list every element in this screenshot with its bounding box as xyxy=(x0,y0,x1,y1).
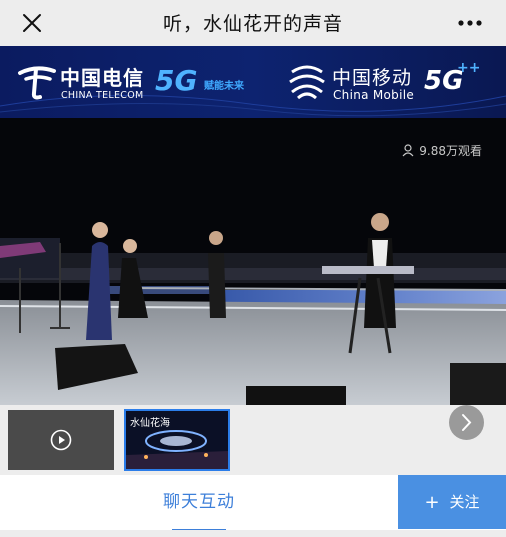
chevron-right-icon xyxy=(462,414,472,431)
china-telecom-logo-icon xyxy=(18,66,56,100)
telecom-5g-badge: 5G xyxy=(155,64,198,97)
plus-icon: + xyxy=(424,492,440,513)
china-mobile-name: 中国移动 xyxy=(332,67,413,89)
page-title: 听，水仙花开的声音 xyxy=(162,13,343,35)
china-mobile-logo-icon xyxy=(289,65,325,100)
more-icon[interactable] xyxy=(456,12,484,34)
top-bar: 听，水仙花开的声音 xyxy=(0,0,506,46)
sponsor-banner: 中国电信 CHINA TELECOM 5G 赋能未来 中国移动 China Mo… xyxy=(0,46,506,118)
play-icon xyxy=(50,429,72,451)
telecom-slogan: 赋能未来 xyxy=(204,81,244,92)
thumbnail-video-1[interactable] xyxy=(8,410,114,470)
next-button[interactable] xyxy=(449,405,484,440)
bottom-bar: 聊天互动 + 关注 xyxy=(0,475,506,537)
viewer-count-text: 9.88万观看 xyxy=(419,144,482,158)
tab-chat-interaction[interactable]: 聊天互动 xyxy=(0,475,398,531)
thumbnail-video-2[interactable]: 水仙花海 xyxy=(124,409,230,471)
follow-button[interactable]: + 关注 xyxy=(398,475,506,529)
video-thumbnail-strip: 水仙花海 xyxy=(0,405,506,475)
bottom-divider xyxy=(0,530,506,537)
mobile-5g-plus: ++ xyxy=(457,60,481,76)
thumbnail-label: 水仙花海 xyxy=(130,418,170,429)
live-video-player[interactable]: 9.88万观看 xyxy=(0,118,506,405)
viewer-count: 9.88万观看 xyxy=(402,142,482,159)
china-mobile-english: China Mobile xyxy=(333,88,415,102)
china-telecom-english: CHINA TELECOM xyxy=(61,90,144,101)
user-icon xyxy=(402,144,414,157)
follow-button-label: 关注 xyxy=(449,493,480,511)
china-telecom-name: 中国电信 xyxy=(60,66,144,90)
stage-scene xyxy=(0,118,506,405)
